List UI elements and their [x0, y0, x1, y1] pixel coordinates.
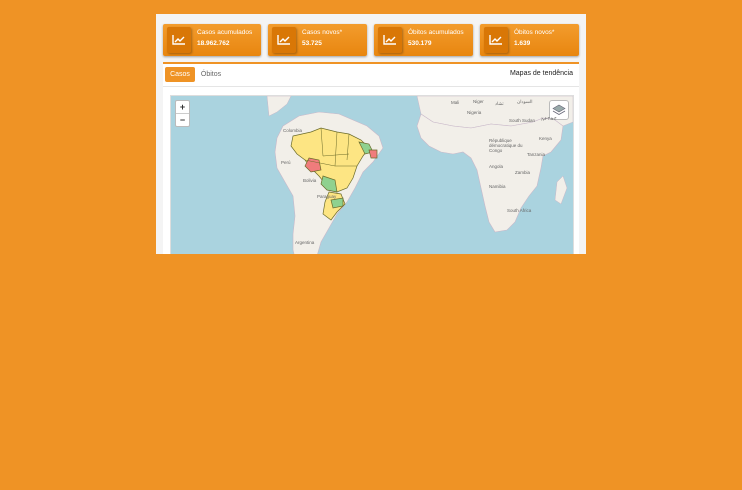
map-label-ethiopia: ኢትዮጵያ: [541, 116, 557, 121]
map-label-mali: Mali: [451, 100, 460, 105]
card-value: 530.179: [408, 40, 432, 47]
map-label-colombia: Colombia: [283, 128, 303, 133]
summary-cards: Casos acumulados 18.962.762 Casos novos*…: [156, 14, 586, 62]
trend-chart-icon: [272, 27, 296, 53]
zoom-out-button[interactable]: −: [176, 113, 189, 126]
map-label-zambia: Zambia: [515, 170, 531, 175]
map-label-sudan: السودان: [517, 99, 533, 104]
map-label-south-africa: South Africa: [507, 208, 532, 213]
map-label-niger: Niger: [473, 99, 484, 104]
map-label-angola: Angola: [489, 164, 504, 169]
trend-chart-icon: [484, 27, 508, 53]
card-label: Casos acumulados: [197, 29, 253, 36]
map-label-tanzania: Tanzania: [527, 152, 546, 157]
card-label: Óbitos acumulados: [408, 29, 464, 36]
trend-chart-icon: [378, 27, 402, 53]
card-cumulative-deaths: Óbitos acumulados 530.179: [374, 24, 473, 56]
card-value: 53.725: [302, 40, 322, 47]
card-label: Óbitos novos*: [514, 29, 555, 36]
map-label-nigeria: Nigeria: [467, 110, 482, 115]
map-label-bolivia: Bolivia: [303, 178, 317, 183]
map-label-drc: République démocratique du Congo: [489, 138, 523, 153]
card-new-cases: Casos novos* 53.725: [268, 24, 367, 56]
trend-maps-title: Mapas de tendência: [509, 70, 573, 77]
choropleth-map[interactable]: + − Mali Niger تشاد السودان Nigeria Sout…: [170, 95, 574, 254]
tab-bar: Casos Óbitos Mapas de tendência: [163, 64, 579, 87]
map-label-paraguay: Paraguay: [317, 194, 337, 199]
zoom-in-button[interactable]: +: [176, 101, 189, 113]
card-cumulative-cases: Casos acumulados 18.962.762: [163, 24, 261, 56]
trend-chart-icon: [167, 27, 191, 53]
map-label-chad: تشاد: [495, 101, 504, 106]
card-label: Casos novos*: [302, 29, 343, 36]
tab-cases[interactable]: Casos: [165, 67, 195, 82]
card-value: 1.639: [514, 40, 531, 47]
dashboard-panel: Casos acumulados 18.962.762 Casos novos*…: [156, 14, 586, 254]
map-label-peru: Perú: [281, 160, 291, 165]
map-label-south-sudan: South Sudan: [509, 118, 536, 123]
tab-deaths[interactable]: Óbitos: [196, 67, 226, 82]
card-new-deaths: Óbitos novos* 1.639: [480, 24, 579, 56]
map-label-namibia: Namibia: [489, 184, 506, 189]
map-label-argentina: Argentina: [295, 240, 315, 245]
card-value: 18.962.762: [197, 40, 230, 47]
zoom-control: + −: [175, 100, 190, 127]
map-label-kenya: Kenya: [539, 136, 552, 141]
trend-maps-box: Casos Óbitos Mapas de tendência + − Mali…: [163, 62, 579, 254]
